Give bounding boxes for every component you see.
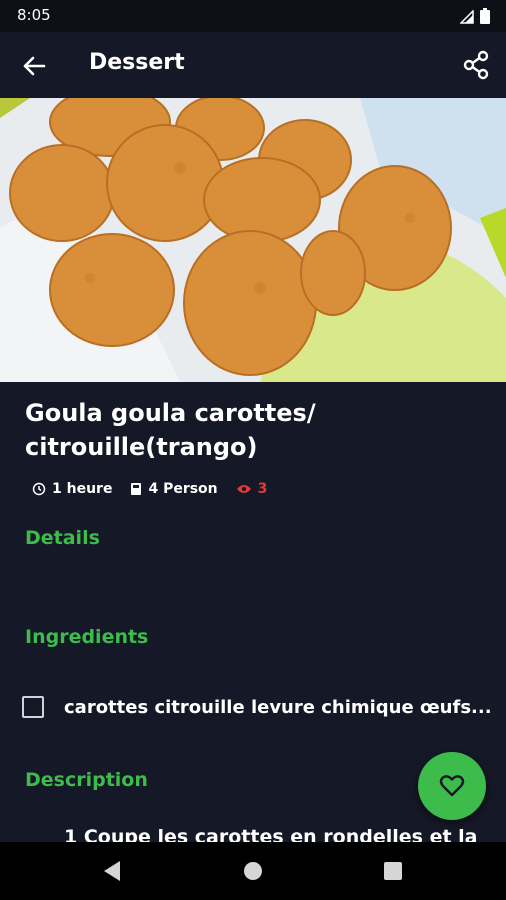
system-nav-bar — [0, 842, 506, 900]
ingredient-text: carottes citrouille levure chimique œufs… — [64, 696, 492, 718]
recipe-meta: 1 heure 4 Person 3 — [32, 481, 285, 497]
signal-icon — [460, 10, 474, 24]
ingredients-heading: Ingredients — [25, 626, 149, 648]
app-bar: Dessert — [0, 32, 506, 98]
battery-icon — [480, 8, 490, 24]
heart-icon — [439, 775, 465, 797]
nav-home-icon[interactable] — [244, 862, 262, 880]
recipe-title: Goula goula carottes/ citrouille(trango) — [25, 399, 316, 461]
recipe-photo-illustration — [0, 98, 506, 382]
nav-recents-icon[interactable] — [384, 862, 402, 880]
book-icon — [131, 483, 142, 495]
clock-icon — [32, 482, 46, 496]
servings-text: 4 Person — [148, 481, 218, 497]
views: 3 — [236, 481, 268, 497]
description-heading: Description — [25, 769, 148, 791]
status-icons — [460, 8, 490, 24]
favorite-button[interactable] — [418, 752, 486, 820]
status-time: 8:05 — [17, 6, 51, 24]
status-bar: 8:05 — [0, 0, 506, 32]
eye-icon — [236, 485, 251, 493]
nav-back-icon[interactable] — [102, 860, 122, 882]
ingredient-item[interactable]: carottes citrouille levure chimique œufs… — [22, 696, 506, 718]
ingredient-checkbox[interactable] — [22, 696, 44, 718]
page-title: Dessert — [89, 50, 185, 75]
duration-text: 1 heure — [52, 481, 113, 497]
details-heading: Details — [25, 527, 100, 549]
back-arrow-icon[interactable] — [20, 52, 48, 80]
recipe-photo — [0, 98, 506, 382]
share-icon[interactable] — [462, 50, 490, 80]
servings: 4 Person — [130, 481, 218, 497]
duration: 1 heure — [32, 481, 112, 497]
views-count: 3 — [257, 481, 268, 497]
